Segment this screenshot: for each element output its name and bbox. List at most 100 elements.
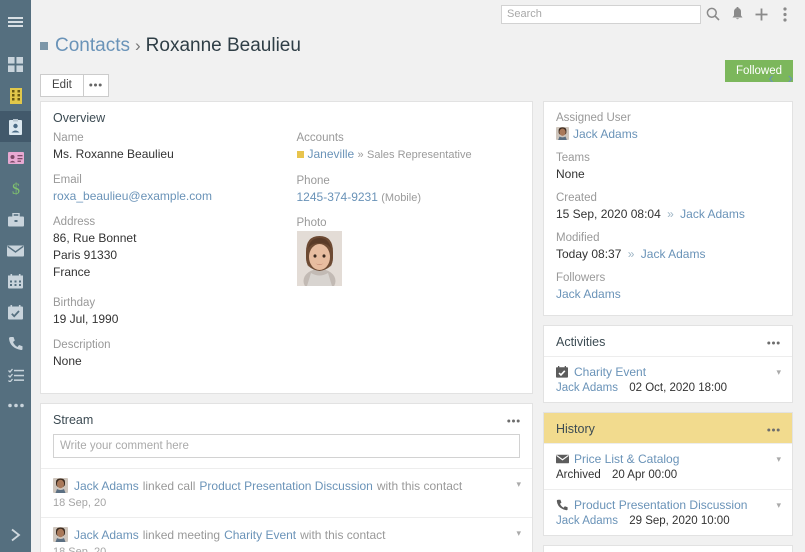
account-link[interactable]: Janeville	[308, 147, 355, 161]
followers-value[interactable]: Jack Adams	[556, 286, 780, 303]
sidebar-item-more[interactable]	[0, 390, 31, 421]
sidebar-expand-button[interactable]	[0, 518, 31, 552]
post-linked-record[interactable]: Product Presentation Discussion	[199, 479, 372, 493]
history-name-link[interactable]: Price List & Catalog	[574, 452, 679, 466]
chevron-down-icon[interactable]: ▾	[516, 528, 521, 539]
sidebar-item-calendar[interactable]	[0, 266, 31, 297]
chevron-down-icon[interactable]: ▾	[516, 479, 521, 490]
created-label: Created	[556, 192, 597, 205]
activities-panel: Activities Charity Event Jack Adams 02 O…	[543, 325, 793, 404]
modified-separator: »	[627, 247, 635, 262]
search-button[interactable]	[701, 2, 725, 26]
overview-header: Overview	[41, 102, 532, 132]
stream-menu-button[interactable]	[507, 415, 520, 426]
field-email-label: Email	[53, 174, 82, 187]
field-description-label: Description	[53, 339, 111, 352]
activity-row: Charity Event Jack Adams 02 Oct, 2020 18…	[544, 356, 792, 402]
sidebar-item-accounts[interactable]	[0, 80, 31, 111]
activity-name-link[interactable]: Charity Event	[574, 365, 646, 379]
post-action-post: with this contact	[300, 527, 386, 542]
sidebar-item-dashboard[interactable]	[0, 49, 31, 80]
field-email-value[interactable]: roxa_beaulieu@example.com	[53, 188, 287, 205]
post-author[interactable]: Jack Adams	[74, 528, 139, 542]
field-accounts: Accounts Janeville » Sales Representativ…	[296, 132, 521, 164]
record-actions: Edit ‹ ›	[40, 69, 793, 101]
dollar-icon: $	[12, 181, 20, 197]
bell-icon	[732, 7, 742, 20]
created-value: 15 Sep, 2020 08:04 » Jack Adams	[556, 206, 780, 223]
field-address-label: Address	[53, 216, 96, 229]
sidebar-item-meetings[interactable]	[0, 297, 31, 328]
assigned-user-link[interactable]: Jack Adams	[573, 127, 638, 141]
contact-photo-image	[296, 231, 342, 287]
history-row: Product Presentation Discussion Jack Ada…	[544, 489, 792, 535]
breadcrumb-contacts-link[interactable]: Contacts	[55, 35, 130, 57]
history-menu-button[interactable]	[767, 424, 780, 435]
created-separator: »	[667, 207, 674, 222]
field-photo-label: Photo	[296, 217, 327, 230]
record-pagination: ‹ ›	[768, 71, 793, 87]
activities-title: Activities	[556, 335, 606, 350]
assigned-user-label: Assigned User	[556, 112, 631, 124]
meta-fields: Assigned User Jack Adams Teams None Crea…	[544, 102, 792, 315]
sidebar-item-tasks[interactable]	[0, 359, 31, 390]
sidebar-item-emails[interactable]	[0, 235, 31, 266]
next-record-button[interactable]: ›	[788, 71, 793, 87]
search-input[interactable]	[501, 4, 701, 24]
activity-meta: Jack Adams 02 Oct, 2020 18:00	[556, 382, 780, 394]
comment-input[interactable]	[53, 434, 520, 459]
field-address-line2: Paris 91330	[53, 248, 118, 263]
created-by-link[interactable]: Jack Adams	[680, 207, 745, 221]
activities-menu-button[interactable]	[767, 337, 780, 348]
post-author[interactable]: Jack Adams	[74, 479, 139, 493]
stream-post: Jack Adams linked call Product Presentat…	[41, 468, 532, 517]
field-accounts-label: Accounts	[296, 132, 344, 144]
sidebar-item-cases[interactable]	[0, 204, 31, 235]
plus-icon	[755, 8, 767, 20]
post-linked-record[interactable]: Charity Event	[224, 528, 296, 542]
overview-left-fields: Name Ms. Roxanne Beaulieu Email roxa_bea…	[53, 132, 287, 381]
modified-by-link[interactable]: Jack Adams	[641, 247, 706, 261]
phone-link[interactable]: 1245-374-9231	[297, 190, 378, 204]
top-menu-button[interactable]	[773, 2, 797, 26]
sidebar-item-opportunities[interactable]: $	[0, 173, 31, 204]
sidebar-item-contacts[interactable]	[0, 111, 31, 142]
history-title: History	[556, 422, 595, 437]
create-button[interactable]	[749, 2, 773, 26]
chevron-down-icon[interactable]: ▾	[776, 454, 781, 465]
field-accounts-value: Janeville » Sales Representative	[296, 146, 521, 164]
breadcrumb: Contacts › Roxanne Beaulieu	[40, 31, 793, 61]
chevron-down-icon[interactable]: ▾	[776, 500, 781, 511]
assigned-user-value: Jack Adams	[556, 126, 780, 143]
top-bar	[31, 0, 805, 28]
notifications-button[interactable]	[725, 2, 749, 26]
history-user[interactable]: Jack Adams	[556, 515, 618, 527]
activities-header: Activities	[544, 326, 792, 356]
calendar-icon	[8, 274, 23, 289]
record-menu-button[interactable]	[83, 73, 109, 97]
teams-label: Teams	[556, 152, 590, 165]
detail-column: Overview Name Ms. Roxanne Beaulieu Email…	[40, 101, 533, 552]
chevron-down-icon[interactable]: ▾	[776, 367, 781, 378]
avatar	[556, 127, 569, 140]
activity-user[interactable]: Jack Adams	[556, 382, 618, 394]
history-panel: History Price List & Catalog Archived 20…	[543, 412, 793, 537]
history-date: 20 Apr 00:00	[611, 469, 678, 482]
side-column: Assigned User Jack Adams Teams None Crea…	[543, 101, 793, 552]
sidebar-item-leads[interactable]	[0, 142, 31, 173]
contact-photo[interactable]	[296, 231, 342, 287]
menu-toggle-button[interactable]	[0, 6, 31, 37]
building-icon	[9, 87, 22, 104]
field-photo: Photo	[296, 217, 521, 287]
previous-record-button[interactable]: ‹	[768, 71, 773, 87]
ellipsis-icon	[767, 428, 780, 432]
post-line: Jack Adams linked call Product Presentat…	[53, 478, 520, 494]
avatar	[53, 478, 68, 494]
edit-button[interactable]: Edit	[40, 73, 84, 97]
sidebar-item-calls[interactable]	[0, 328, 31, 359]
phone-icon	[556, 499, 574, 511]
history-name-link[interactable]: Product Presentation Discussion	[574, 498, 747, 512]
breadcrumb-separator: ›	[134, 36, 141, 55]
stream-post: Jack Adams linked meeting Charity Event …	[41, 517, 532, 552]
avatar	[53, 527, 68, 543]
